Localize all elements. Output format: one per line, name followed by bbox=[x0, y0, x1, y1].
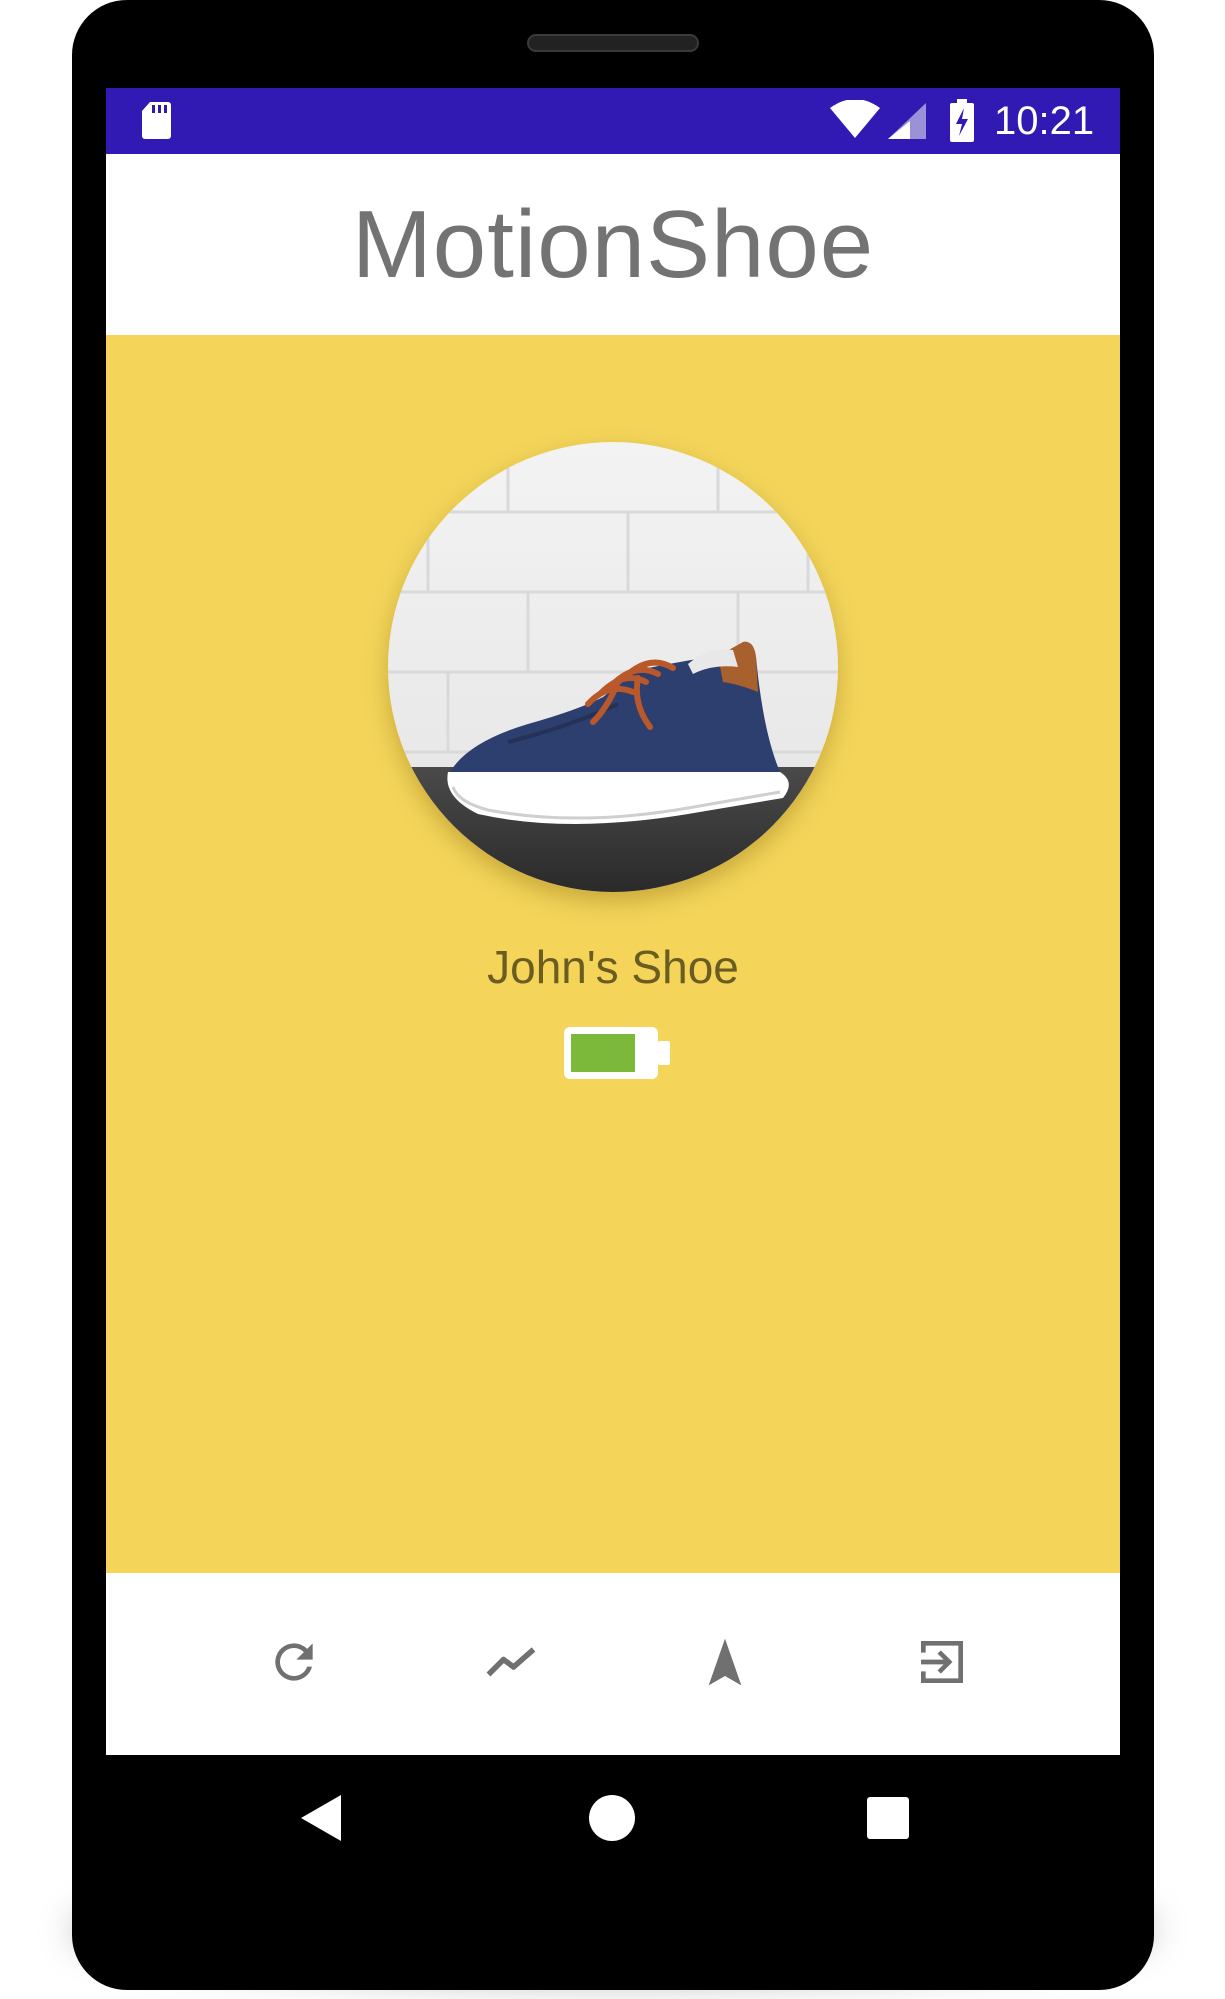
shoe-detail-panel: John's Shoe bbox=[106, 335, 1120, 1573]
exit-icon bbox=[914, 1634, 970, 1695]
navigation-icon bbox=[697, 1634, 753, 1695]
wifi-icon bbox=[829, 99, 881, 145]
shoe-photo[interactable] bbox=[388, 442, 838, 892]
refresh-icon bbox=[266, 1634, 322, 1695]
app-title: MotionShoe bbox=[351, 190, 875, 298]
exit-button[interactable] bbox=[906, 1628, 978, 1700]
activity-button[interactable] bbox=[475, 1628, 547, 1700]
status-clock: 10:21 bbox=[994, 99, 1095, 143]
back-button[interactable] bbox=[292, 1790, 352, 1850]
refresh-button[interactable] bbox=[258, 1628, 330, 1700]
status-bar: 10:21 bbox=[106, 88, 1120, 154]
recents-button[interactable] bbox=[858, 1790, 918, 1850]
battery-charging-icon bbox=[948, 99, 976, 148]
phone-frame: 10:21 MotionShoe John's Shoe bbox=[72, 0, 1154, 1990]
home-button[interactable] bbox=[582, 1790, 642, 1850]
home-icon bbox=[588, 1794, 636, 1847]
shoe-name: John's Shoe bbox=[487, 941, 739, 993]
recents-icon bbox=[866, 1796, 910, 1845]
screen: 10:21 MotionShoe John's Shoe bbox=[106, 88, 1120, 1755]
sd-card-icon bbox=[140, 100, 172, 145]
navigate-button[interactable] bbox=[689, 1628, 761, 1700]
earpiece-speaker bbox=[527, 34, 699, 52]
cell-signal-icon bbox=[886, 101, 928, 146]
back-icon bbox=[299, 1793, 345, 1848]
bottom-action-bar bbox=[106, 1573, 1120, 1755]
shoe-battery-indicator bbox=[562, 1025, 672, 1086]
app-header: MotionShoe bbox=[106, 154, 1120, 335]
trending-icon bbox=[481, 1632, 541, 1697]
